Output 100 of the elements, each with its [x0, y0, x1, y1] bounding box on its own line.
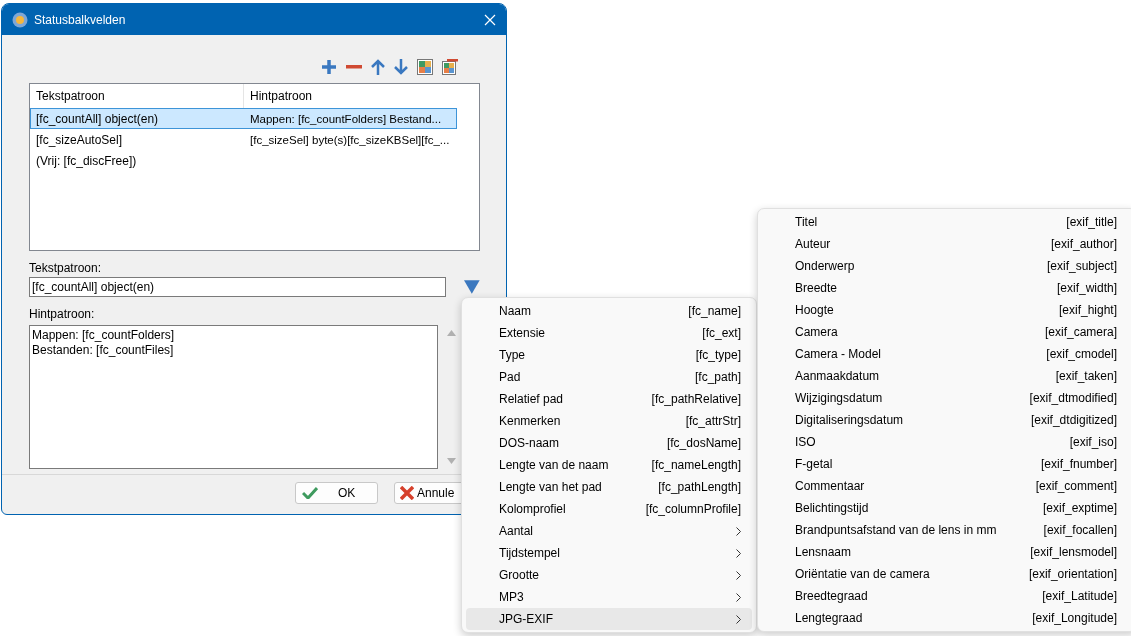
- menu-item-label: MP3: [499, 590, 524, 604]
- menu-item[interactable]: ISO [exif_iso]: [762, 431, 1124, 453]
- menu-item[interactable]: Oriëntatie van de camera [exif_orientation]: [762, 563, 1124, 585]
- menu-item[interactable]: MP3: [466, 586, 752, 608]
- list-row[interactable]: (Vrij: [fc_discFree]): [30, 150, 457, 171]
- menu-item-label: Naam: [499, 304, 531, 318]
- menu-item-label: Lengte van het pad: [499, 480, 602, 494]
- menu-item-label: Lengtegraad: [795, 611, 863, 625]
- menu-item-label: Commentaar: [795, 479, 865, 493]
- menu-item[interactable]: Brandpuntsafstand van de lens in mm [exif_focallen]: [762, 519, 1124, 541]
- menu-item-label: Grootte: [499, 568, 540, 582]
- input-field[interactable]: [fc_countAll] object(en): [29, 277, 447, 297]
- menu-item[interactable]: Camera [exif_camera]: [762, 321, 1124, 343]
- chevron-right-icon: [736, 614, 741, 624]
- menu-item[interactable]: JPG-EXIF: [466, 608, 752, 630]
- menu-item-label: F-getal: [795, 457, 833, 471]
- menu-item-code: [exif_lensmodel]: [1030, 545, 1117, 559]
- menu-item-label: Auteur: [795, 237, 831, 251]
- up-arrow-icon[interactable]: [371, 59, 385, 75]
- down-arrow-icon[interactable]: [394, 59, 408, 75]
- menu-item[interactable]: Hoogte [exif_hight]: [762, 299, 1124, 321]
- menu-item[interactable]: Auteur [exif_author]: [762, 233, 1124, 255]
- menu-item[interactable]: Grootte: [466, 564, 752, 586]
- sun-icon: [12, 11, 28, 28]
- menu-item-code: [exif_author]: [1050, 237, 1117, 251]
- menu-item-label: Brandpuntsafstand van de lens in mm: [795, 523, 997, 537]
- ok-button[interactable]: OK: [295, 482, 378, 504]
- menu-item-code: [fc_attrStr]: [685, 414, 741, 428]
- menu-item-code: [exif_cmodel]: [1046, 347, 1117, 361]
- menu-item[interactable]: Type [fc_type]: [466, 344, 752, 366]
- menu-item-label: ISO: [795, 435, 816, 449]
- menu-item-label: Camera: [795, 325, 838, 339]
- table-cell-text: [fc_sizeAutoSel]: [35, 132, 124, 147]
- menu-item-code: [exif_Longitude]: [1032, 611, 1117, 625]
- chevron-right-icon: [736, 592, 741, 602]
- menu-item-label: Pad: [499, 370, 521, 384]
- chevron-right-icon: [736, 526, 741, 536]
- menu-item[interactable]: Lengte van de naam [fc_nameLength]: [466, 454, 752, 476]
- menu-item-code: [fc_columnProfile]: [645, 502, 741, 516]
- menu-item[interactable]: Commentaar [exif_comment]: [762, 475, 1124, 497]
- menu-item-code: [exif_focallen]: [1043, 523, 1117, 537]
- menu-item[interactable]: Kenmerken [fc_attrStr]: [466, 410, 752, 432]
- menu-item-code: [exif_hight]: [1058, 303, 1117, 317]
- menu-item[interactable]: Digitaliseringsdatum [exif_dtdigitized]: [762, 409, 1124, 431]
- menu-item[interactable]: Lensnaam [exif_lensmodel]: [762, 541, 1124, 563]
- menu-item[interactable]: Wijzigingsdatum [exif_dtmodified]: [762, 387, 1124, 409]
- plus-icon[interactable]: [321, 59, 337, 75]
- menu-item-label: Oriëntatie van de camera: [795, 567, 930, 581]
- menu-item-code: [exif_comment]: [1035, 479, 1117, 493]
- field-label: Hintpatroon:: [29, 306, 95, 323]
- menu-item[interactable]: F-getal [exif_fnumber]: [762, 453, 1124, 475]
- menu-item-label: Breedte: [795, 281, 838, 295]
- menu-item-label: Tijdstempel: [499, 546, 560, 560]
- menu-item-code: [exif_width]: [1056, 281, 1117, 295]
- text-line: Mappen: [fc_countFolders]: [32, 328, 175, 343]
- menu-item-code: [fc_nameLength]: [651, 458, 741, 472]
- menu-item-label: Titel: [795, 215, 818, 229]
- menu-item[interactable]: Aanmaakdatum [exif_taken]: [762, 365, 1124, 387]
- menu-item-label: DOS-naam: [499, 436, 560, 450]
- list-row[interactable]: [fc_sizeAutoSel] [fc_sizeSel] byte(s)[fc_sizeKBSel][fc_...: [30, 129, 457, 150]
- menu-item[interactable]: Extensie [fc_ext]: [466, 322, 752, 344]
- menu-item-code: [fc_ext]: [702, 326, 741, 340]
- menu-item-label: Digitaliseringsdatum: [795, 413, 904, 427]
- menu-item[interactable]: Naam [fc_name]: [466, 300, 752, 322]
- menu-item[interactable]: Aantal: [466, 520, 752, 542]
- text-area[interactable]: Mappen: [fc_countFolders] Bestanden: [fc_countFiles]: [29, 325, 438, 469]
- menu-item[interactable]: Pad [fc_path]: [466, 366, 752, 388]
- table-cell-text: (Vrij: [fc_discFree]): [35, 153, 138, 168]
- menu-item[interactable]: DOS-naam [fc_dosName]: [466, 432, 752, 454]
- cross-icon: [400, 486, 414, 500]
- menu-item-label: Type: [499, 348, 525, 362]
- menu-item[interactable]: Belichtingstijd [exif_exptime]: [762, 497, 1124, 519]
- minus-icon[interactable]: [346, 65, 362, 69]
- menu-item[interactable]: Onderwerp [exif_subject]: [762, 255, 1124, 277]
- menu-item-code: [fc_path]: [694, 370, 741, 384]
- menu-item[interactable]: Relatief pad [fc_pathRelative]: [466, 388, 752, 410]
- close-icon[interactable]: [484, 13, 496, 26]
- column-header[interactable]: Hintpatroon: [244, 84, 458, 108]
- table-cell-text: [fc_countAll] object(en): [35, 111, 160, 126]
- grid-icon[interactable]: [442, 59, 458, 75]
- menu-item[interactable]: Tijdstempel: [466, 542, 752, 564]
- menu-item-code: [fc_name]: [688, 304, 741, 318]
- menu-item-label: Lengte van de naam: [499, 458, 609, 472]
- menu-item[interactable]: Titel [exif_title]: [762, 211, 1124, 233]
- menu-item-code: [exif_dtmodified]: [1029, 391, 1117, 405]
- list-row[interactable]: [fc_countAll] object(en) Mappen: [fc_countFolders] Bestand...: [30, 108, 457, 129]
- menu-item[interactable]: Breedtegraad [exif_Latitude]: [762, 585, 1124, 607]
- menu-item-label: Aanmaakdatum: [795, 369, 880, 383]
- menu-item-code: [exif_exptime]: [1042, 501, 1117, 515]
- table-cell-text: [fc_sizeSel] byte(s)[fc_sizeKBSel][fc_...: [249, 133, 450, 146]
- dropdown-triangle-icon[interactable]: [464, 280, 480, 294]
- menu-item-label: Onderwerp: [795, 259, 855, 273]
- menu-item[interactable]: Camera - Model [exif_cmodel]: [762, 343, 1124, 365]
- menu-item-label: Camera - Model: [795, 347, 882, 361]
- menu-item-label: Hoogte: [795, 303, 834, 317]
- menu-item-code: [exif_dtdigitized]: [1030, 413, 1117, 427]
- menu-item-label: Relatief pad: [499, 392, 564, 406]
- menu-item[interactable]: Lengtegraad [exif_Longitude]: [762, 607, 1124, 629]
- menu-item[interactable]: Breedte [exif_width]: [762, 277, 1124, 299]
- grid-icon[interactable]: [417, 59, 433, 75]
